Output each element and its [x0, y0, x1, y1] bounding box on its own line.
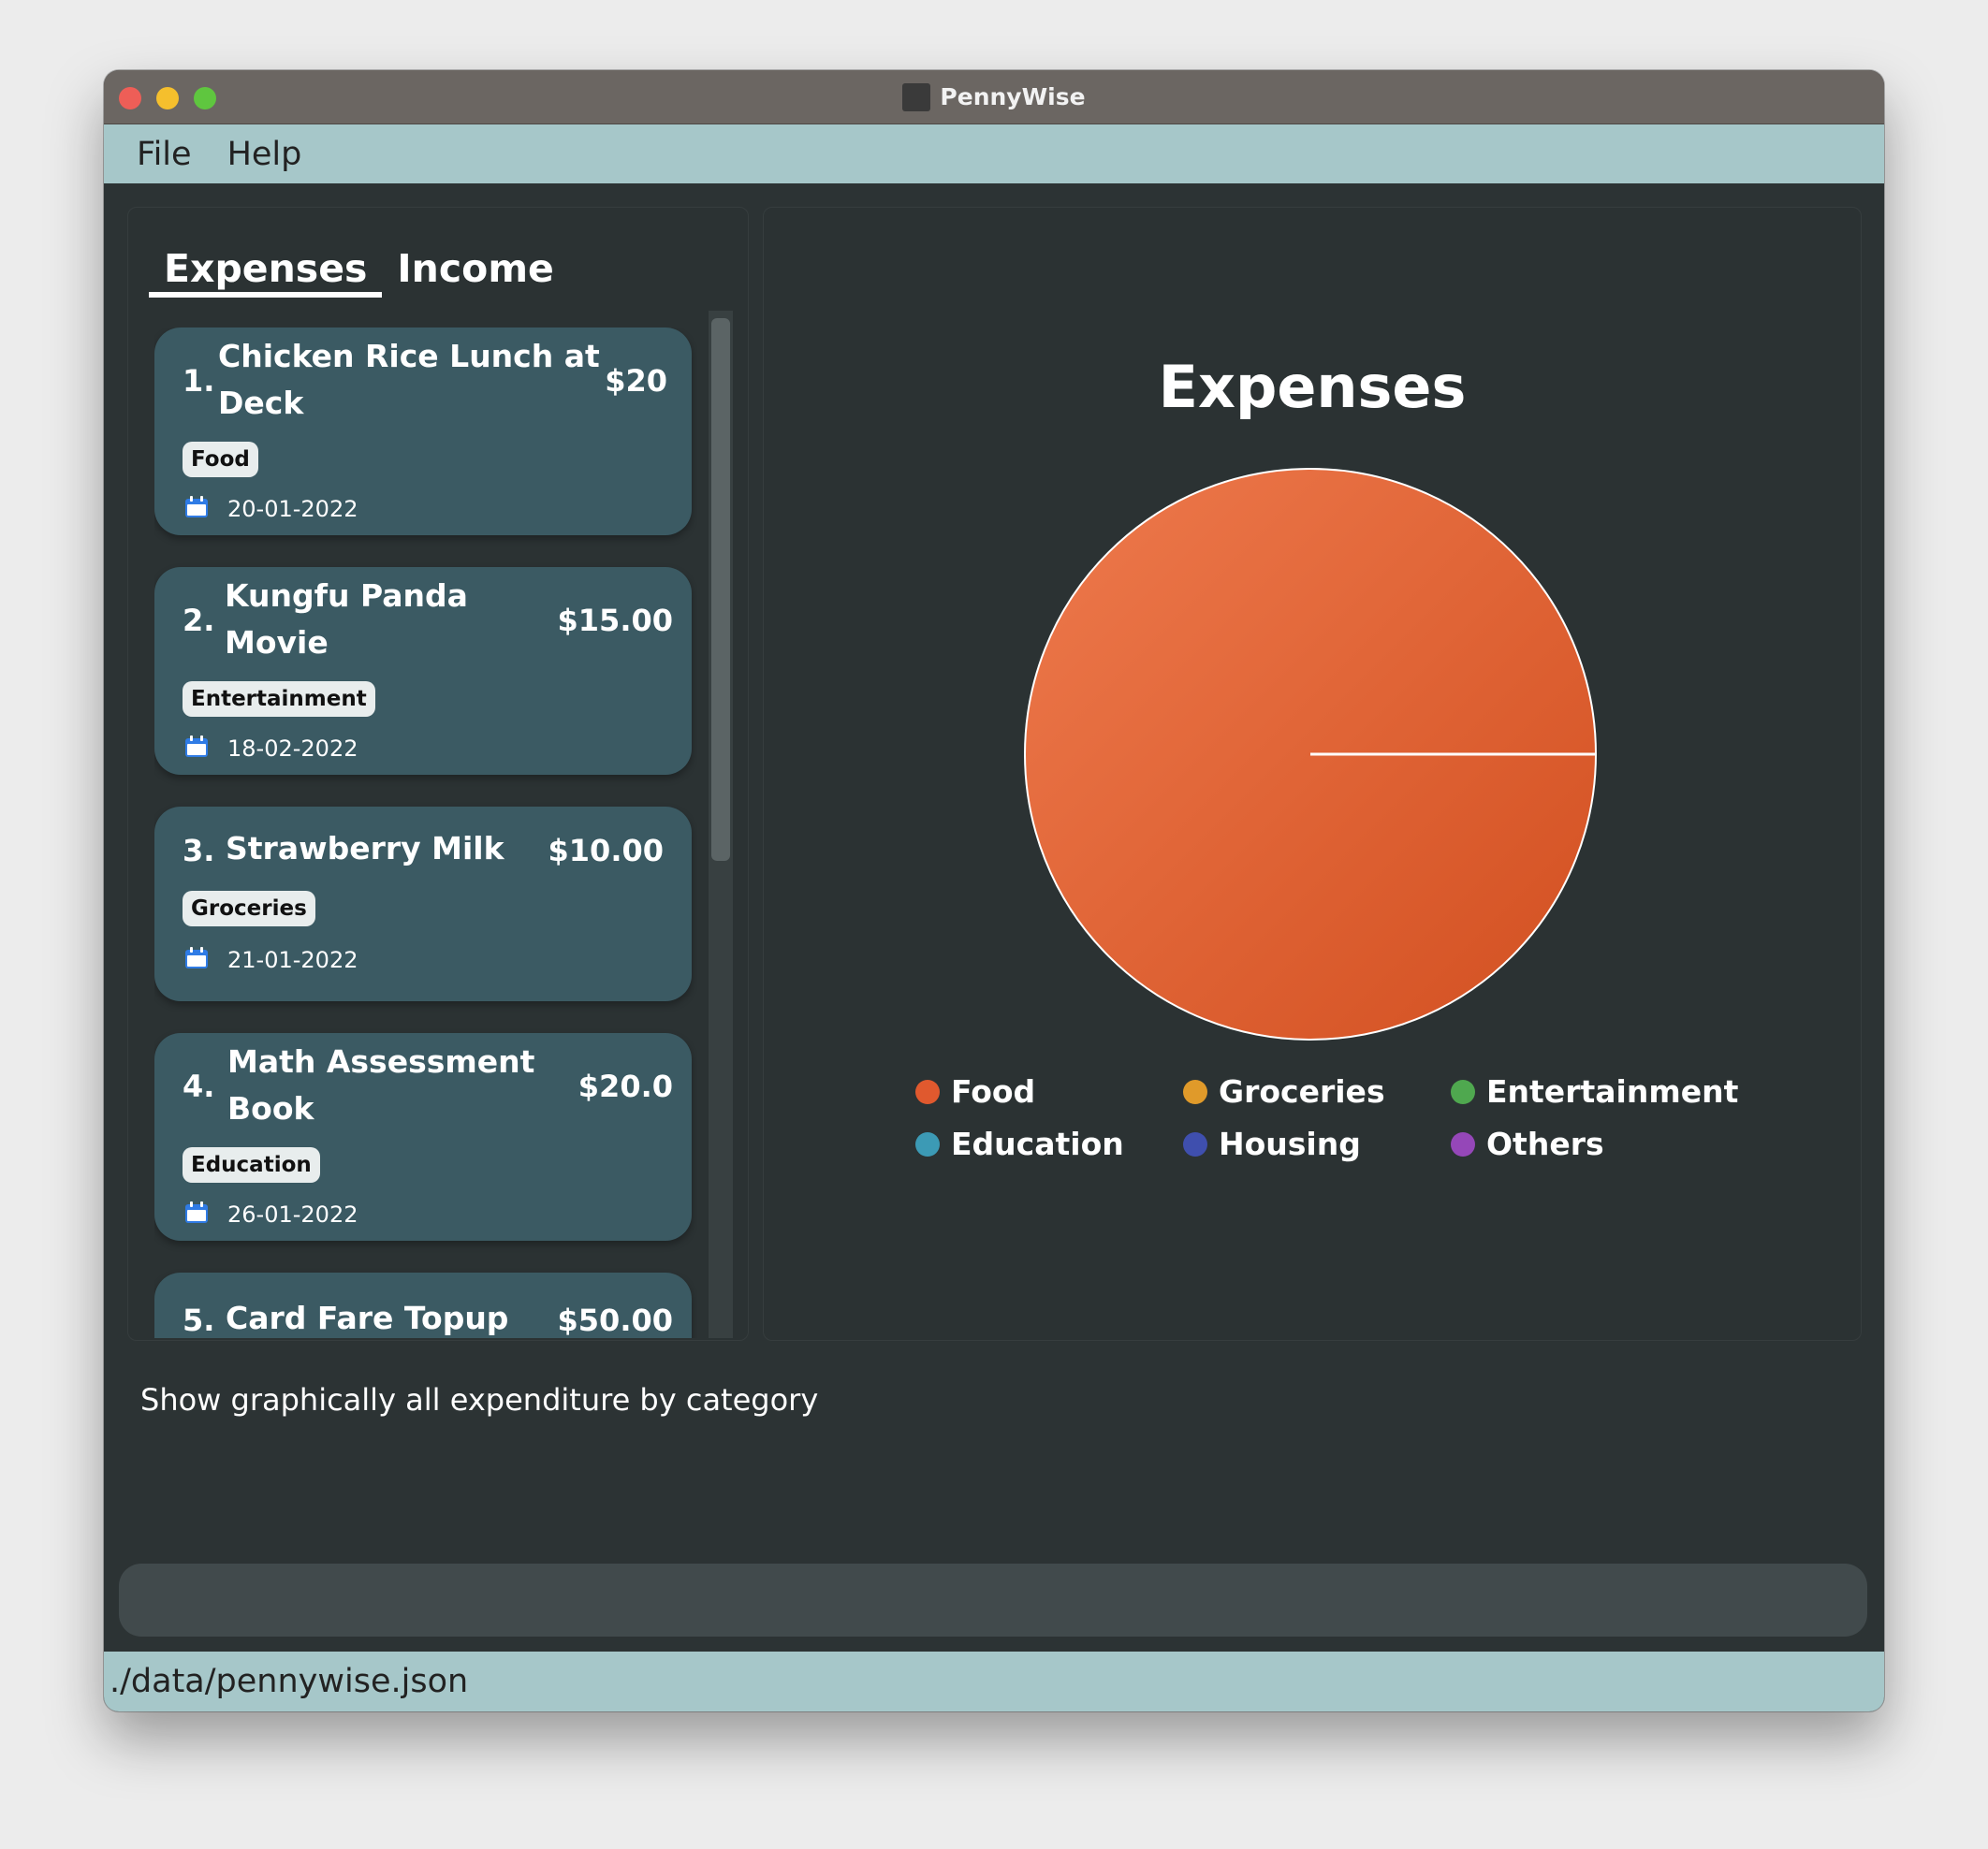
entry-date: 18-02-2022 — [227, 735, 358, 762]
expense-pie-chart — [1024, 468, 1597, 1041]
entry-amount: $20.0 — [577, 1069, 673, 1104]
expense-card[interactable]: 3. Strawberry Milk $10.00 Groceries 21-0… — [154, 807, 692, 1001]
entry-description: Kungfu Panda Movie — [225, 573, 468, 666]
entry-index: 4. — [183, 1069, 215, 1104]
legend-label: Housing — [1219, 1126, 1361, 1162]
app-icon — [902, 82, 931, 111]
legend-item-others: Others — [1451, 1126, 1604, 1162]
entry-description-line: Strawberry Milk — [226, 830, 504, 866]
list-scrollbar-thumb[interactable] — [711, 318, 730, 861]
result-message: Show graphically all expenditure by cate… — [140, 1382, 819, 1418]
legend-label: Entertainment — [1486, 1073, 1739, 1110]
legend-swatch — [1451, 1079, 1475, 1104]
window-title: PennyWise — [940, 83, 1086, 110]
entry-date: 21-01-2022 — [227, 947, 358, 973]
calendar-icon — [185, 1201, 208, 1223]
legend-label: Education — [951, 1126, 1124, 1162]
transaction-list-panel: Expenses Income 1. Chicken Rice Lunch at… — [127, 207, 749, 1341]
menu-bar: File Help — [104, 124, 1884, 183]
legend-swatch — [1183, 1079, 1207, 1104]
entry-description-line: Math Assessment — [227, 1043, 535, 1080]
legend-label: Others — [1486, 1126, 1604, 1162]
entry-index: 2. — [183, 603, 215, 638]
calendar-icon — [185, 735, 208, 757]
entry-index: 3. — [183, 833, 215, 868]
entry-index: 1. — [183, 363, 215, 399]
category-tag: Entertainment — [183, 681, 375, 717]
entry-date: 20-01-2022 — [227, 496, 358, 522]
expense-card[interactable]: 1. Chicken Rice Lunch at Deck $20 Food 2… — [154, 328, 692, 535]
entry-description-line: Deck — [218, 385, 304, 421]
legend-item-groceries: Groceries — [1183, 1073, 1385, 1110]
entry-amount: $10.00 — [548, 833, 664, 868]
chart-title: Expenses — [1158, 353, 1467, 421]
entry-description-line: Card Fare Topup — [226, 1300, 509, 1336]
expense-card[interactable]: 4. Math Assessment Book $20.0 Education … — [154, 1033, 692, 1241]
entry-index: 5. — [183, 1303, 215, 1338]
expense-card[interactable]: 2. Kungfu Panda Movie $15.00 Entertainme… — [154, 567, 692, 775]
legend-swatch — [1451, 1131, 1475, 1157]
menu-help[interactable]: Help — [210, 136, 320, 173]
app-window: PennyWise File Help Expenses Income 1. C… — [104, 70, 1884, 1711]
tab-bar: Expenses Income — [149, 241, 569, 298]
legend-swatch — [1183, 1131, 1207, 1157]
entry-description: Strawberry Milk — [226, 825, 504, 872]
menu-file[interactable]: File — [119, 136, 210, 173]
command-input[interactable] — [119, 1564, 1867, 1637]
legend-item-housing: Housing — [1183, 1126, 1361, 1162]
entry-date: 26-01-2022 — [227, 1201, 358, 1228]
entry-amount: $50.00 — [557, 1303, 673, 1338]
legend-swatch — [915, 1131, 940, 1157]
category-tag: Food — [183, 442, 258, 477]
data-file-path: ./data/pennywise.json — [110, 1663, 469, 1700]
entry-amount: $20 — [605, 363, 667, 399]
legend-label: Groceries — [1219, 1073, 1385, 1110]
calendar-icon — [185, 496, 208, 517]
entry-description-line: Book — [227, 1090, 314, 1127]
list-scrollbar[interactable] — [709, 311, 733, 1338]
tab-income[interactable]: Income — [382, 241, 568, 298]
expense-card[interactable]: 5. Card Fare Topup $50.00 — [154, 1273, 692, 1338]
legend-item-entertainment: Entertainment — [1451, 1073, 1738, 1110]
entry-description: Chicken Rice Lunch at Deck — [218, 333, 600, 427]
tab-expenses[interactable]: Expenses — [149, 241, 383, 298]
calendar-icon — [185, 947, 208, 968]
entry-description: Math Assessment Book — [227, 1039, 534, 1132]
category-tag: Education — [183, 1147, 320, 1183]
status-bar: ./data/pennywise.json — [104, 1652, 1884, 1711]
legend-item-food: Food — [915, 1073, 1035, 1110]
entry-description-line: Chicken Rice Lunch at — [218, 338, 600, 374]
chart-panel: Expenses Food Groceries Entertainment Educa… — [763, 207, 1862, 1341]
entry-description-line: Movie — [225, 624, 329, 661]
category-tag: Groceries — [183, 891, 315, 926]
entry-amount: $15.00 — [557, 603, 673, 638]
legend-swatch — [915, 1079, 940, 1104]
expense-list: 1. Chicken Rice Lunch at Deck $20 Food 2… — [154, 328, 697, 1338]
entry-description-line: Kungfu Panda — [225, 577, 468, 614]
title-bar: PennyWise — [104, 70, 1884, 124]
legend-item-education: Education — [915, 1126, 1124, 1162]
legend-label: Food — [951, 1073, 1036, 1110]
entry-description: Card Fare Topup — [226, 1295, 508, 1338]
